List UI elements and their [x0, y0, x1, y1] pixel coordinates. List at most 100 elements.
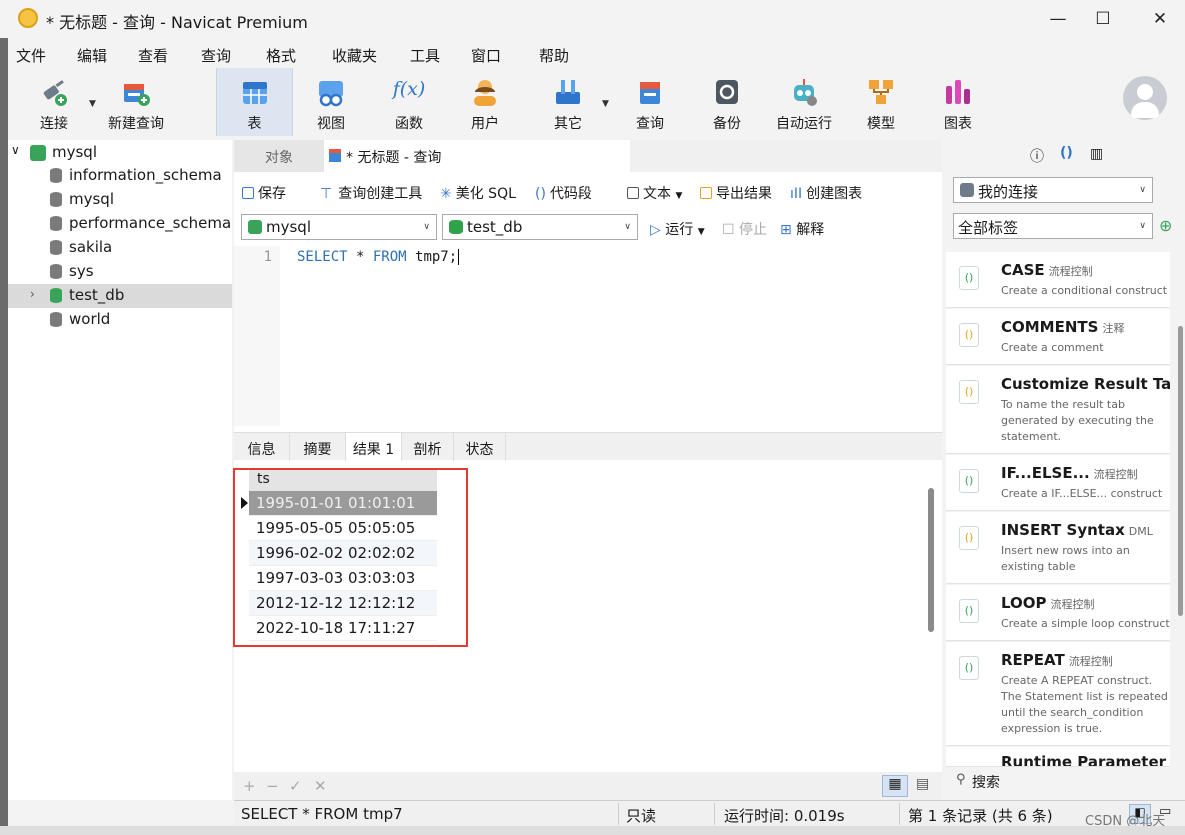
toolbar-table[interactable]: 表 — [216, 68, 293, 136]
apply-changes-button[interactable]: ✓ — [289, 777, 302, 795]
toolbar-function[interactable]: f(x) 函数 — [378, 68, 440, 136]
play-icon: ▷ — [650, 222, 661, 238]
minimize-button[interactable]: — — [1035, 0, 1081, 38]
stop-icon: ☐ — [722, 222, 735, 238]
menu-file[interactable]: 文件 — [16, 45, 46, 66]
snippet-scrollbar[interactable] — [1178, 326, 1183, 616]
tree-item-performance-schema[interactable]: performance_schema — [8, 212, 232, 236]
snippet-item[interactable]: () Customize Result Tab N To name the resu… — [946, 366, 1170, 454]
tab-query[interactable]: * 无标题 - 查询 — [324, 140, 630, 172]
snippet-item[interactable]: () LOOP 流程控制 Create a simple loop construct — [946, 585, 1170, 641]
text-button[interactable]: 文本 ▼ — [627, 183, 682, 203]
text-dropdown-icon: ▼ — [675, 191, 683, 201]
explain-button[interactable]: ⊞ 解释 — [780, 219, 824, 239]
snippet-item[interactable]: Runtime Parameter — [946, 747, 1170, 767]
snippet-icon: () — [959, 599, 979, 623]
plug-icon — [960, 183, 974, 197]
menu-view[interactable]: 查看 — [138, 45, 168, 66]
tab-result-1[interactable]: 结果 1 — [346, 433, 402, 461]
menu-format[interactable]: 格式 — [266, 45, 296, 66]
beautify-sql-button[interactable]: ✳ 美化 SQL — [440, 183, 516, 203]
menu-tools[interactable]: 工具 — [410, 45, 440, 66]
sql-code[interactable]: SELECT * FROM tmp7; — [297, 249, 460, 265]
search-input[interactable]: 搜索 — [972, 772, 1000, 792]
database-select[interactable]: test_db ∨ — [442, 214, 638, 240]
toolbar-connect[interactable]: 连接 — [20, 68, 88, 136]
grid-scrollbar[interactable] — [928, 488, 934, 632]
snippet-title: REPEAT — [1001, 651, 1065, 669]
database-select-value: test_db — [467, 218, 523, 236]
stop-button[interactable]: ☐ 停止 — [722, 219, 767, 239]
tree-connection-mysql[interactable]: ∨ mysql — [8, 141, 232, 165]
discard-changes-button[interactable]: ✕ — [314, 777, 327, 795]
tab-objects[interactable]: 对象 — [234, 140, 324, 172]
other-dropdown-icon[interactable]: ▼ — [602, 99, 609, 109]
toolbar-view[interactable]: 视图 — [300, 68, 362, 136]
panel-layout-icon[interactable]: ▥ — [1090, 146, 1103, 162]
delete-record-button[interactable]: − — [266, 777, 279, 795]
tree-item-mysql[interactable]: mysql — [8, 188, 232, 212]
snippet-icon: () — [959, 266, 979, 290]
close-button[interactable]: ✕ — [1137, 0, 1183, 38]
snippet-item[interactable]: () CASE 流程控制 Create a conditional construct — [946, 252, 1170, 308]
menu-window[interactable]: 窗口 — [471, 45, 501, 66]
toolbar-chart[interactable]: 图表 — [927, 68, 989, 136]
info-icon[interactable]: ⓘ — [1030, 146, 1044, 166]
run-button[interactable]: ▷ 运行 ▼ — [650, 219, 705, 239]
tree-item-test-db[interactable]: › test_db — [8, 284, 232, 308]
user-avatar[interactable] — [1123, 76, 1167, 120]
save-button[interactable]: 保存 — [242, 183, 286, 203]
line-number: 1 — [263, 249, 272, 265]
tree-item-sakila[interactable]: sakila — [8, 236, 232, 260]
toolbar-new-query[interactable]: 新建查询 — [100, 68, 172, 136]
menu-edit[interactable]: 编辑 — [77, 45, 107, 66]
snippet-title: CASE — [1001, 261, 1045, 279]
toolbar-model-label: 模型 — [867, 116, 895, 132]
menu-help[interactable]: 帮助 — [539, 45, 569, 66]
tab-info[interactable]: 信息 — [234, 433, 290, 461]
export-result-button[interactable]: 导出结果 — [700, 183, 772, 203]
snippet-braces-icon[interactable]: () — [1060, 145, 1073, 161]
menu-query[interactable]: 查询 — [201, 45, 231, 66]
create-chart-button[interactable]: ıII 创建图表 — [790, 183, 862, 203]
beautify-label: 美化 SQL — [455, 186, 516, 202]
form-view-icon[interactable]: ▤ — [916, 776, 929, 792]
maximize-button[interactable]: ☐ — [1080, 0, 1126, 38]
snippet-search[interactable]: ⚲ 搜索 — [946, 767, 1185, 797]
database-icon — [50, 192, 62, 207]
snippet-item[interactable]: () IF...ELSE... 流程控制 Create a IF...ELSE... … — [946, 455, 1170, 511]
snippet-item[interactable]: () INSERT Syntax DML Insert new rows into a… — [946, 512, 1170, 584]
toolbar-query[interactable]: 查询 — [619, 68, 681, 136]
snippet-connection-select[interactable]: 我的连接 ∨ — [953, 177, 1153, 203]
robot-icon — [794, 79, 817, 106]
tree-item-world[interactable]: world — [8, 308, 232, 332]
chevron-right-icon[interactable]: › — [30, 287, 35, 301]
snippet-tag-select[interactable]: 全部标签 ∨ — [953, 213, 1153, 239]
tab-status[interactable]: 状态 — [454, 433, 506, 461]
toolbar-user[interactable]: 用户 — [454, 68, 516, 136]
snippet-item[interactable]: () COMMENTS 注释 Create a comment — [946, 309, 1170, 365]
tab-profile[interactable]: 剖析 — [402, 433, 454, 461]
snippet-item[interactable]: () REPEAT 流程控制 Create A REPEAT construct. T… — [946, 642, 1170, 746]
connect-dropdown-icon[interactable]: ▼ — [89, 99, 96, 109]
toolbar-automation[interactable]: 自动运行 — [768, 68, 840, 136]
add-record-button[interactable]: + — [243, 777, 256, 795]
export-icon — [700, 187, 712, 199]
tree-item-sys[interactable]: sys — [8, 260, 232, 284]
grid-view-icon[interactable]: ▦ — [882, 775, 908, 797]
query-builder-button[interactable]: ⊤ 查询创建工具 — [320, 183, 422, 203]
toolbar-model[interactable]: 模型 — [850, 68, 912, 136]
text-caret — [458, 249, 460, 265]
chevron-down-icon[interactable]: ∨ — [11, 143, 20, 157]
menu-favorites[interactable]: 收藏夹 — [332, 45, 377, 66]
chevron-down-icon: ∨ — [423, 222, 430, 232]
snippet-button[interactable]: () 代码段 — [535, 183, 592, 203]
tree-item-information-schema[interactable]: information_schema — [8, 164, 232, 188]
connection-select[interactable]: mysql ∨ — [241, 214, 437, 240]
add-snippet-icon[interactable]: ⊕ — [1159, 216, 1172, 235]
toolbar-backup[interactable]: 备份 — [696, 68, 758, 136]
toolbar-other[interactable]: 其它 — [537, 68, 599, 136]
tab-summary[interactable]: 摘要 — [290, 433, 346, 461]
plug-icon — [43, 80, 67, 106]
sql-editor[interactable]: 1 SELECT * FROM tmp7; — [234, 246, 942, 426]
